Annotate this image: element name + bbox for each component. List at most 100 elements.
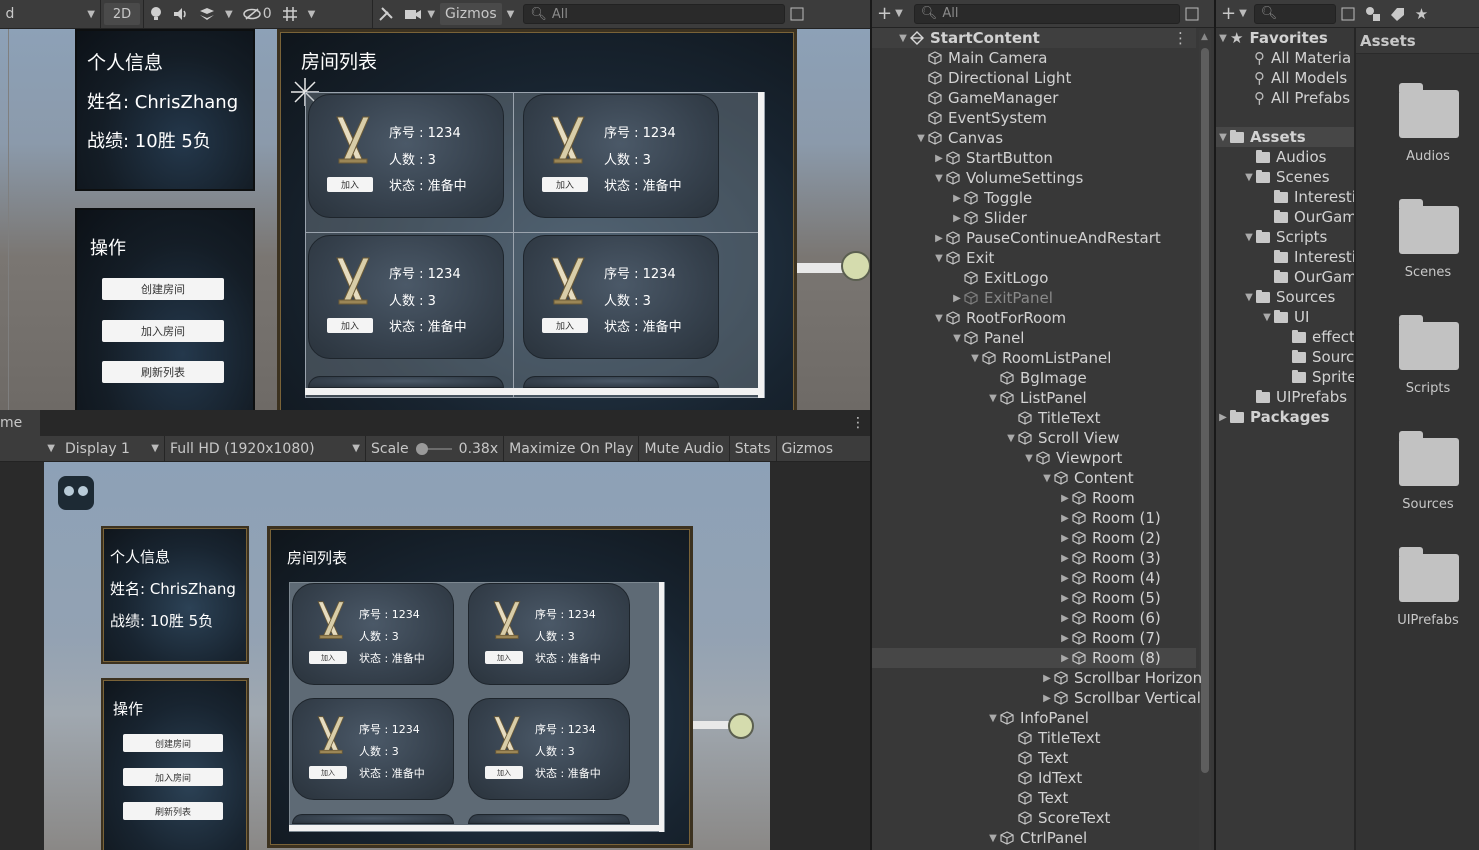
expand-arrow-icon[interactable]: ▼ [968, 353, 982, 364]
hierarchy-item[interactable]: TitleText [872, 728, 1196, 748]
hierarchy-item[interactable]: ▶ Scrollbar Vertical [872, 688, 1201, 708]
tools-icon[interactable] [373, 3, 399, 25]
folder-icon[interactable] [1399, 547, 1459, 602]
hierarchy-item[interactable]: ▼ Scroll View [872, 428, 1196, 448]
filter-type-icon[interactable] [1360, 3, 1386, 25]
room-card[interactable]: 加入 序号 : 1234 人数 : 3 状态 : 准备中 [308, 235, 504, 359]
hierarchy-item[interactable]: IdText [872, 768, 1196, 788]
expand-arrow-icon[interactable]: ▼ [1022, 453, 1036, 464]
expand-arrow-icon[interactable]: ▼ [1040, 473, 1054, 484]
project-options-icon[interactable] [1336, 3, 1360, 25]
scene-refresh-list-button[interactable]: 刷新列表 [102, 361, 224, 383]
collapse-arrow-icon[interactable]: ▶ [932, 153, 946, 164]
scene-slider-handle[interactable] [841, 251, 870, 281]
hierarchy-item[interactable]: ▶ Room (4) [872, 568, 1196, 588]
expand-arrow-icon[interactable]: ▼ [914, 133, 928, 144]
hierarchy-options-icon[interactable] [1180, 3, 1204, 25]
folder-icon[interactable] [1399, 83, 1459, 138]
effects-icon[interactable] [194, 3, 220, 25]
game-view[interactable]: 个人信息 姓名: ChrisZhang 战绩: 10胜 5负 操作 创建房间 加… [44, 462, 770, 850]
room-card-partial[interactable] [468, 814, 630, 824]
hierarchy-item[interactable]: Directional Light [872, 68, 1196, 88]
project-grid-folder-label[interactable]: Sources [1378, 497, 1478, 512]
game-gizmos-button[interactable]: Gizmos [777, 438, 839, 460]
hierarchy-item[interactable]: ▶ PauseContinueAndRestart [872, 228, 1196, 248]
hierarchy-item[interactable]: ▼ ListPanel [872, 388, 1196, 408]
project-folder-item[interactable]: OurGam [1260, 207, 1354, 227]
game-slider-handle[interactable] [728, 713, 754, 739]
project-folder-item[interactable]: ▼ UI [1260, 307, 1354, 327]
game-tab-menu-icon[interactable]: ⋮ [846, 412, 870, 434]
packages-folder-row[interactable]: ▶ Packages [1216, 407, 1354, 427]
project-folder-item[interactable]: Interesti [1260, 187, 1354, 207]
expand-arrow-icon[interactable]: ▼ [950, 333, 964, 344]
collapse-arrow-icon[interactable]: ▶ [1058, 573, 1072, 584]
project-create-button[interactable]: + ▼ [1216, 3, 1252, 25]
hierarchy-item[interactable]: ▼ Viewport [872, 448, 1196, 468]
collapse-arrow-icon[interactable]: ▶ [1058, 513, 1072, 524]
grid-snap-icon[interactable] [277, 3, 303, 25]
project-folder-item[interactable]: Sprite [1278, 367, 1354, 387]
hierarchy-item[interactable]: ▶ Room (1) [872, 508, 1196, 528]
join-room-button[interactable]: 加入 [542, 177, 588, 192]
hierarchy-item[interactable]: ▼ Panel [872, 328, 1196, 348]
collapse-arrow-icon[interactable]: ▶ [1058, 553, 1072, 564]
scene-gizmos-button[interactable]: Gizmos [440, 3, 502, 25]
collapse-arrow-icon[interactable]: ▶ [950, 213, 964, 224]
hidden-objects-toggle[interactable]: 0 [238, 3, 277, 25]
stats-button[interactable]: Stats [730, 438, 776, 460]
hierarchy-item[interactable]: ▼ Content [872, 468, 1196, 488]
collapse-arrow-icon[interactable]: ▶ [950, 193, 964, 204]
expand-arrow-icon[interactable]: ▼ [986, 713, 1000, 724]
scene-slider-track[interactable] [797, 263, 847, 273]
join-room-button[interactable]: 加入 [485, 766, 523, 779]
project-folder-item[interactable]: effect [1278, 327, 1354, 347]
hierarchy-item[interactable]: ▼ VolumeSettings [872, 168, 1196, 188]
hierarchy-item[interactable]: ▶ ExitPanel [872, 288, 1196, 308]
room-card[interactable]: 加入 序号 : 1234 人数 : 3 状态 : 准备中 [292, 583, 454, 685]
breadcrumb-assets[interactable]: Assets [1360, 32, 1416, 50]
hierarchy-item[interactable]: ScoreText [872, 808, 1196, 828]
hierarchy-item[interactable]: ▼ Exit [872, 248, 1196, 268]
join-room-button[interactable]: 加入 [327, 318, 373, 333]
collapse-arrow-icon[interactable]: ▶ [1040, 673, 1054, 684]
folder-icon[interactable] [1399, 431, 1459, 486]
hierarchy-item[interactable]: Main Camera [872, 48, 1196, 68]
join-room-button[interactable]: 加入 [485, 651, 523, 664]
project-folder-item[interactable]: Audios [1242, 147, 1354, 167]
hierarchy-item[interactable]: TitleText [872, 408, 1196, 428]
room-card[interactable]: 加入 序号 : 1234 人数 : 3 状态 : 准备中 [523, 94, 719, 218]
game-room-list-panel[interactable]: 房间列表 加入 序号 : 1234 人数 : 3 状态 : 准备中 加入 序号 : 123… [267, 526, 693, 848]
camera-icon[interactable]: ▼ [399, 3, 440, 25]
project-folder-item[interactable]: ▼ Scripts [1242, 227, 1354, 247]
game-ops-panel[interactable]: 操作 创建房间 加入房间 刷新列表 [101, 678, 249, 850]
room-card[interactable]: 加入 序号 : 1234 人数 : 3 状态 : 准备中 [308, 94, 504, 218]
hierarchy-item[interactable]: ▼ StartContent ⋮ [872, 28, 1196, 48]
scene-room-list-panel[interactable]: 房间列表 加入 序号 : 1234 人数 : 3 状态 : 准备中 加入 序号 : 123… [277, 29, 797, 410]
hierarchy-item[interactable]: ▼ CtrlPanel [872, 828, 1196, 848]
shading-mode-dropdown[interactable]: ▼ [20, 3, 100, 25]
game-create-room-button[interactable]: 创建房间 [123, 734, 223, 752]
lighting-icon[interactable] [144, 3, 168, 25]
audio-icon[interactable] [168, 3, 194, 25]
game-refresh-list-button[interactable]: 刷新列表 [123, 802, 223, 820]
project-folder-item[interactable]: Interesti [1260, 247, 1354, 267]
project-folder-item[interactable]: OurGam [1260, 267, 1354, 287]
toggle-2d-button[interactable]: 2D [104, 3, 140, 25]
hierarchy-item[interactable]: ▶ Room (5) [872, 588, 1196, 608]
favorite-star-icon[interactable]: ★ [1410, 3, 1433, 25]
collapse-arrow-icon[interactable]: ▶ [1058, 533, 1072, 544]
scene-scrollbar-vertical[interactable] [758, 92, 764, 398]
hierarchy-scrollbar[interactable]: ▲ [1199, 30, 1211, 850]
room-card-partial[interactable] [308, 376, 504, 388]
scene-create-room-button[interactable]: 创建房间 [102, 278, 224, 300]
hierarchy-item[interactable]: ▶ Room (2) [872, 528, 1196, 548]
resolution-dropdown[interactable]: Full HD (1920x1080) ▼ [165, 438, 365, 460]
scene-options-icon[interactable] [785, 3, 809, 25]
collapse-arrow-icon[interactable]: ▶ [950, 293, 964, 304]
favorite-search-item[interactable]: ⚲ All Materia [1254, 48, 1351, 68]
favorites-header[interactable]: ▼ ★ Favorites [1216, 28, 1354, 48]
collapse-arrow-icon[interactable]: ▶ [1058, 593, 1072, 604]
grid-dropdown[interactable]: ▼ [303, 3, 321, 25]
hierarchy-item[interactable]: ▶ Room [872, 488, 1196, 508]
